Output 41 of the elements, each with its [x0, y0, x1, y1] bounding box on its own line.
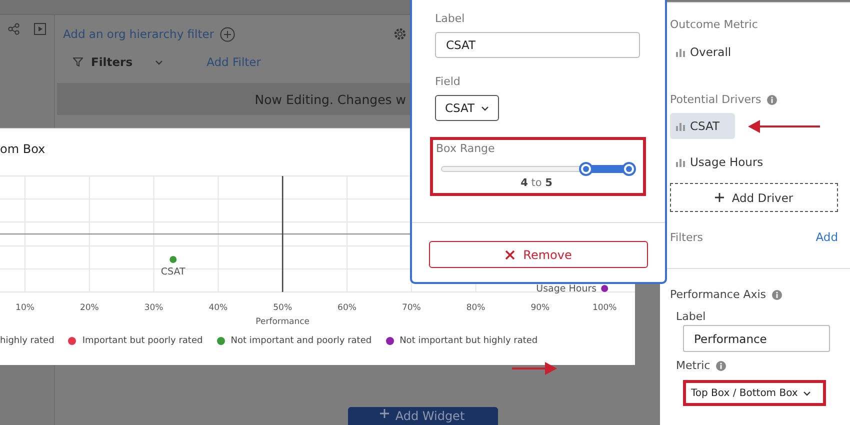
legend-item: Not important and poorly rated [216, 336, 372, 346]
section-label: Potential Drivers [670, 93, 762, 106]
metric-item[interactable]: Overall [670, 39, 740, 65]
axis-tick-label: 90% [530, 303, 550, 313]
add-driver-button[interactable]: Add Driver [670, 183, 838, 212]
remove-button[interactable]: Remove [429, 241, 648, 268]
axis-tick-label: 70% [402, 303, 421, 313]
point-label: CSAT [160, 266, 186, 278]
editing-notice: Now Editing. Changes w [254, 92, 406, 106]
point-label: Usage Hours [536, 284, 597, 295]
axis-tick-label: 30% [144, 303, 164, 313]
driver-item[interactable]: Usage Hours [670, 149, 772, 175]
axis-title: Performance [256, 317, 310, 327]
legend-item: highly rated [0, 336, 54, 346]
field-label: Box Range [436, 142, 496, 155]
filters-label: Filters [91, 55, 133, 69]
range-reading: 4 to 5 [520, 177, 552, 189]
field-select[interactable]: CSAT [435, 95, 499, 121]
field-label: Field [435, 75, 462, 88]
axis-tick-label: 100% [592, 303, 617, 313]
axis-tick-label: 60% [338, 303, 356, 313]
field-label: Label [435, 12, 466, 25]
widget-title: om Box [0, 142, 46, 157]
driver-item[interactable]: CSAT [670, 113, 735, 139]
axis-tick-label: 40% [208, 303, 228, 313]
label-field[interactable]: Performance [683, 325, 830, 352]
metric-select[interactable]: Top Box / Bottom Box [683, 380, 826, 406]
legend-item: Important but poorly rated [68, 336, 203, 346]
label-field[interactable]: CSAT [435, 32, 640, 58]
add-link[interactable]: Add [816, 230, 838, 244]
section-label: Performance Axis [670, 288, 766, 301]
section-label: Filters [670, 230, 703, 244]
add-widget-button[interactable]: Add Widget [348, 407, 498, 425]
axis-tick-label: 80% [466, 303, 486, 313]
axis-tick-label: 20% [80, 303, 99, 313]
legend-item: Not important but highly rated [386, 336, 538, 346]
section-label: Outcome Metric [670, 18, 759, 31]
field-label: Metric [676, 359, 710, 372]
axis-tick-label: 10% [16, 303, 34, 313]
field-label: Label [676, 310, 707, 323]
axis-tick-label: 50% [273, 303, 292, 313]
